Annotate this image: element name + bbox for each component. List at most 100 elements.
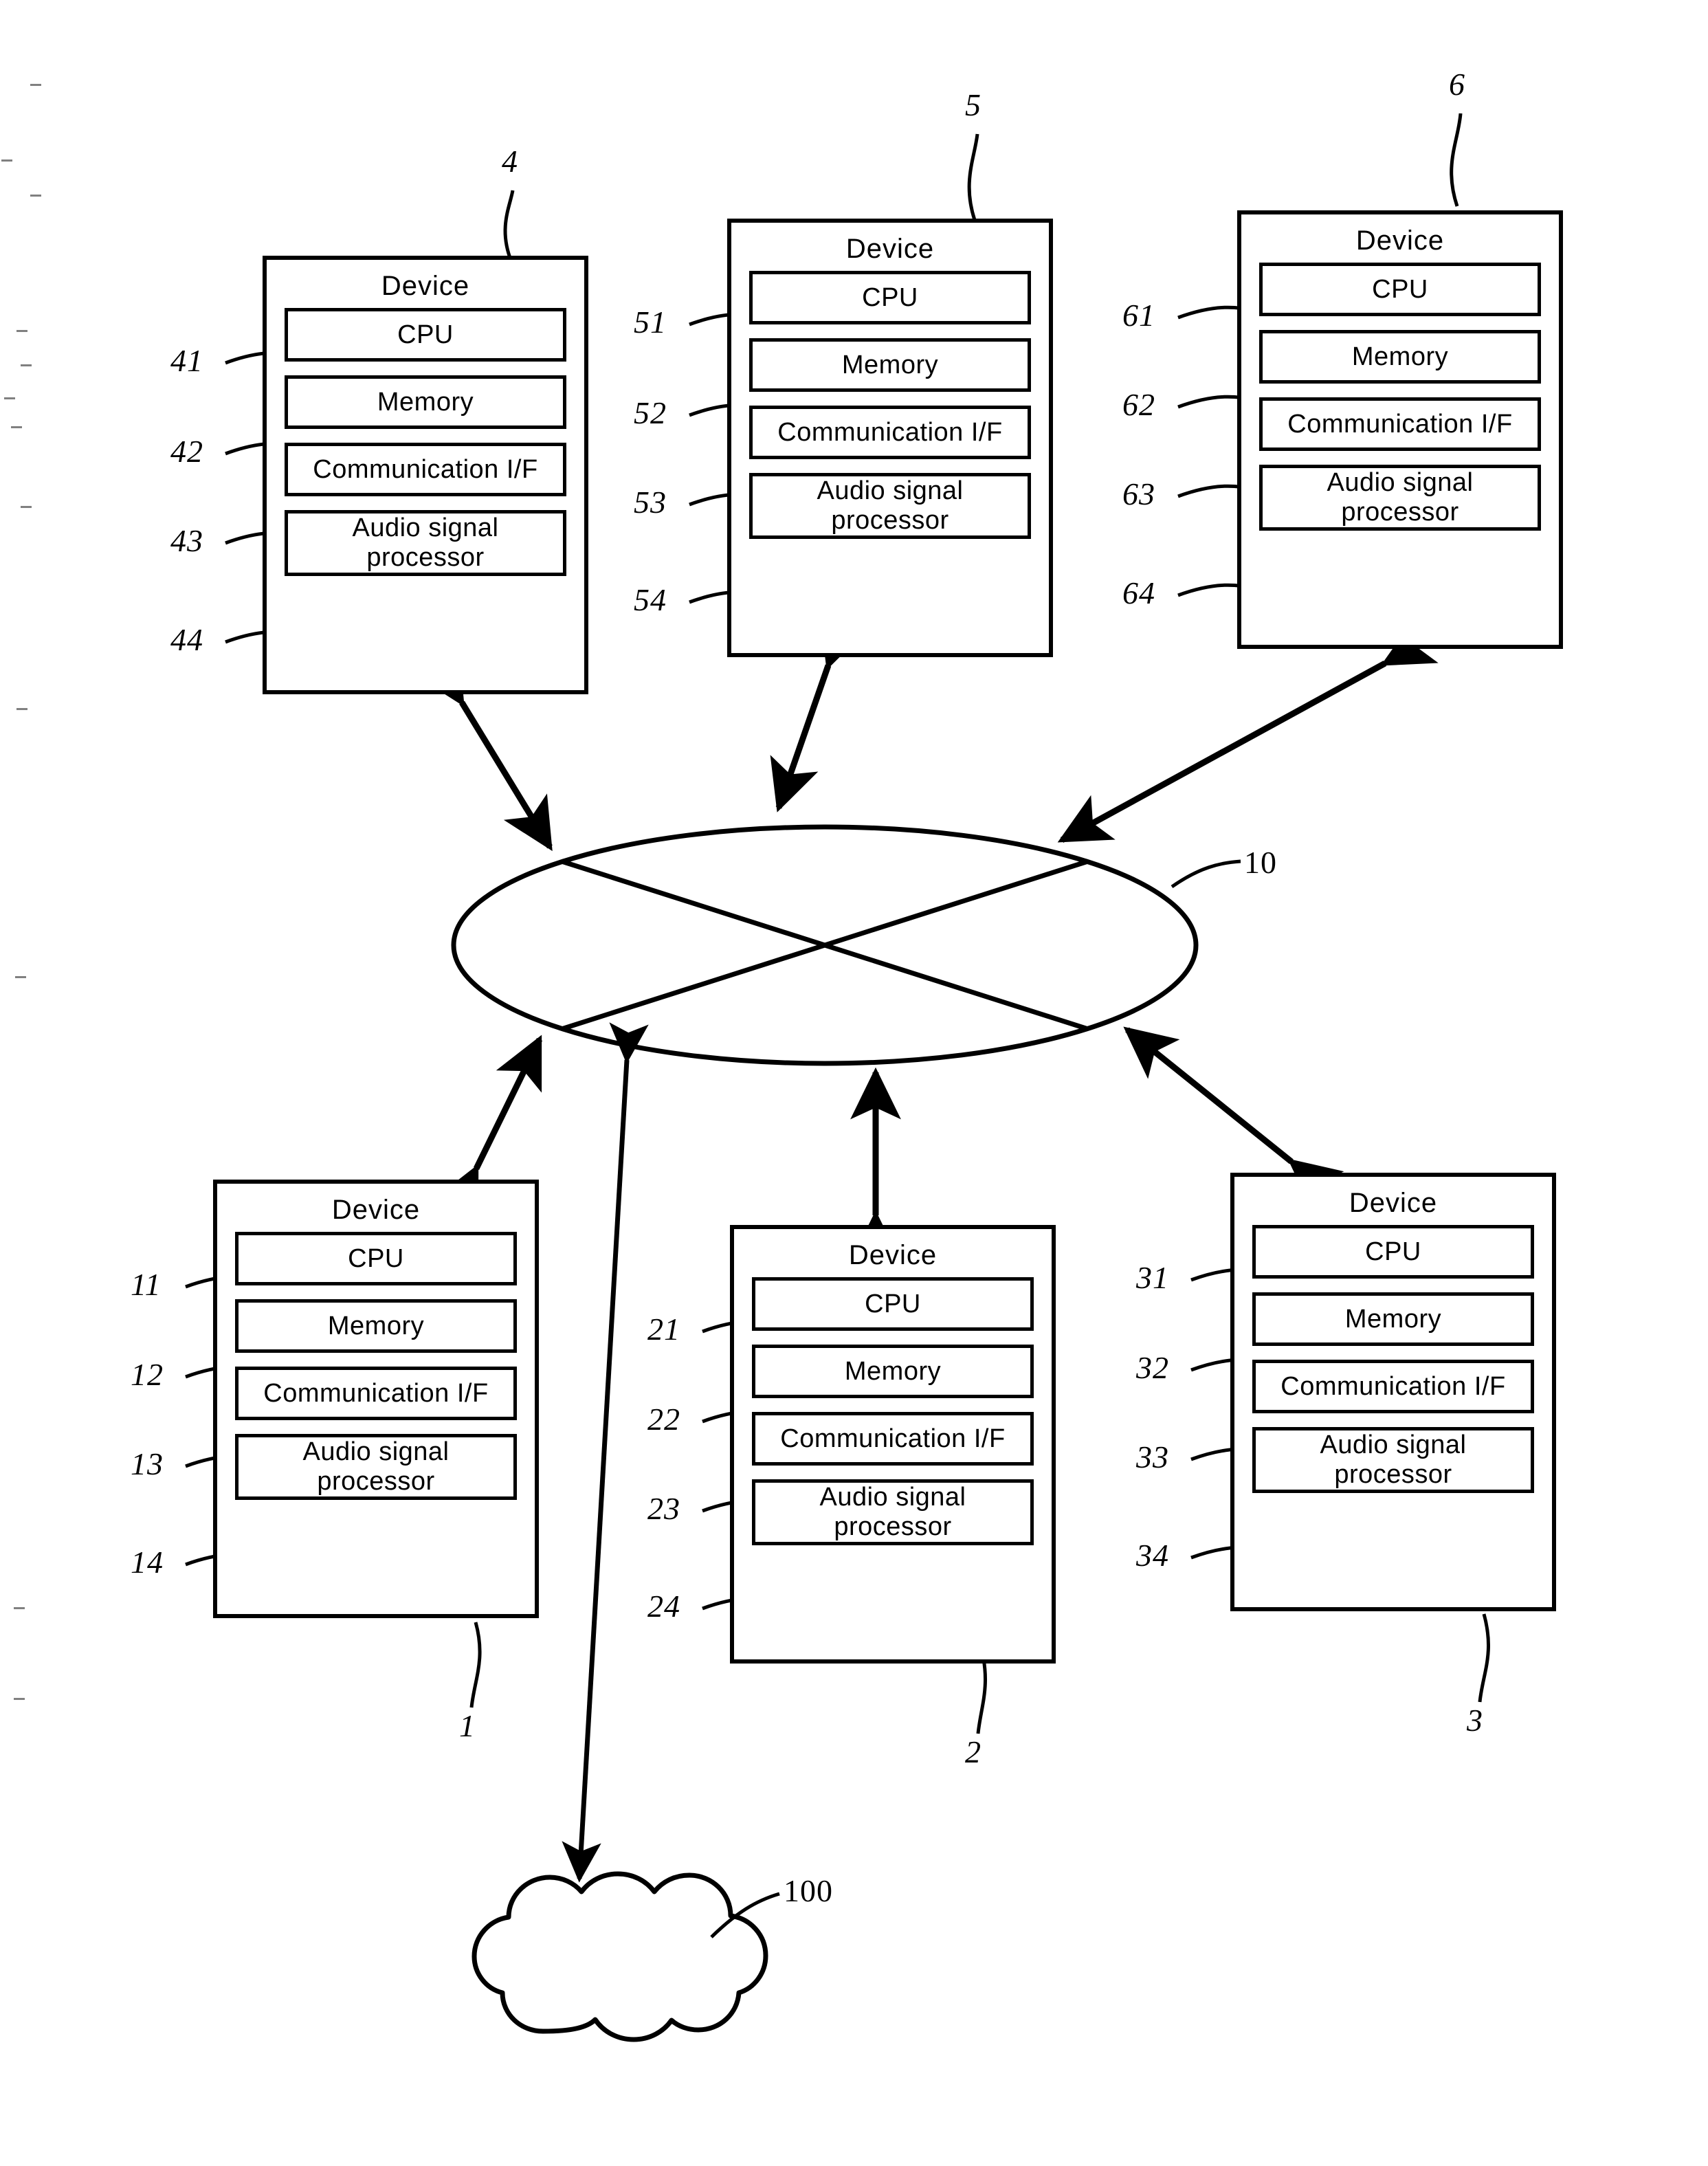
device-4-module-memory[interactable]: Memory: [285, 375, 566, 429]
ref-numeral-device-3: 3: [1467, 1703, 1483, 1738]
device-6-module-cpu[interactable]: CPU: [1259, 263, 1541, 316]
device-1-module-memory-label: Memory: [327, 1311, 425, 1340]
device-6-module-audio-line2: processor: [1341, 498, 1459, 527]
device-3-module-audio-line2: processor: [1334, 1460, 1452, 1489]
device-4-modules: CPU Memory Communication I/F Audio signa…: [267, 308, 584, 591]
device-4-module-audio-line1: Audio signal: [352, 513, 499, 543]
device-1-module-audio-line1: Audio signal: [302, 1437, 450, 1467]
scan-artifact-tick: [21, 364, 32, 366]
device-5-module-audio-signal-processor[interactable]: Audio signal processor: [749, 473, 1031, 539]
device-3-module-cpu[interactable]: CPU: [1252, 1225, 1534, 1279]
ref-numeral-23: 23: [647, 1491, 680, 1526]
device-3-box[interactable]: Device CPU Memory Communication I/F Audi…: [1230, 1173, 1556, 1611]
device-4-module-communication-if-label: Communication I/F: [313, 454, 538, 484]
scan-artifact-tick: [30, 195, 41, 197]
device-6-module-communication-if[interactable]: Communication I/F: [1259, 397, 1541, 451]
scan-artifact-tick: [16, 708, 27, 710]
device-1-box[interactable]: Device CPU Memory Communication I/F Audi…: [213, 1180, 539, 1618]
ref-numeral-32: 32: [1136, 1350, 1169, 1385]
scan-artifact-tick: [16, 330, 27, 332]
ref-numeral-52: 52: [634, 395, 667, 430]
ref-numeral-33: 33: [1136, 1439, 1169, 1474]
device-2-module-memory[interactable]: Memory: [752, 1345, 1034, 1398]
device-2-module-audio-line2: processor: [834, 1512, 952, 1541]
device-6-module-audio-signal-processor[interactable]: Audio signal processor: [1259, 465, 1541, 531]
device-4-module-memory-label: Memory: [377, 387, 474, 417]
device-6-module-audio-wrap: Audio signal processor: [1327, 468, 1473, 527]
leader-line-device-4: [503, 190, 515, 258]
ref-numeral-61: 61: [1122, 298, 1155, 333]
device-5-module-cpu[interactable]: CPU: [749, 271, 1031, 324]
leader-line-device-3: [1478, 1613, 1490, 1703]
device-5-module-communication-if[interactable]: Communication I/F: [749, 406, 1031, 459]
device-3-module-memory[interactable]: Memory: [1252, 1292, 1534, 1346]
leader-line-device-1: [469, 1622, 482, 1708]
device-4-module-cpu[interactable]: CPU: [285, 308, 566, 362]
scan-artifact-tick: [14, 1607, 25, 1609]
device-4-module-audio-line2: processor: [366, 543, 485, 572]
scan-artifact-tick: [11, 426, 22, 428]
device-1-module-communication-if[interactable]: Communication I/F: [235, 1367, 517, 1420]
device-2-module-communication-if-label: Communication I/F: [780, 1424, 1006, 1453]
scan-artifact-tick: [15, 976, 26, 978]
ref-numeral-device-2: 2: [965, 1734, 981, 1769]
ref-numeral-network: 10: [1244, 845, 1277, 880]
cloud-group: [472, 1871, 780, 2042]
ref-numeral-41: 41: [170, 343, 203, 378]
ref-numeral-device-6: 6: [1449, 67, 1465, 102]
scan-artifact-tick: [14, 1698, 25, 1700]
device-1-module-memory[interactable]: Memory: [235, 1299, 517, 1353]
device-2-module-communication-if[interactable]: Communication I/F: [752, 1412, 1034, 1466]
device-1-modules: CPU Memory Communication I/F Audio signa…: [217, 1232, 535, 1515]
ref-numeral-54: 54: [634, 582, 667, 617]
device-3-title: Device: [1349, 1188, 1438, 1218]
ref-numeral-device-1: 1: [459, 1708, 476, 1743]
ref-numeral-12: 12: [131, 1357, 164, 1392]
device-5-box[interactable]: Device CPU Memory Communication I/F Audi…: [727, 219, 1053, 657]
device-1-module-cpu[interactable]: CPU: [235, 1232, 517, 1285]
device-2-module-memory-label: Memory: [844, 1356, 942, 1386]
device-6-box[interactable]: Device CPU Memory Communication I/F Audi…: [1237, 210, 1563, 649]
device-5-module-cpu-label: CPU: [862, 283, 918, 312]
device-3-module-cpu-label: CPU: [1365, 1237, 1421, 1266]
device-6-module-communication-if-label: Communication I/F: [1287, 409, 1513, 439]
ref-numeral-cloud: 100: [784, 1873, 833, 1908]
device-3-module-communication-if-label: Communication I/F: [1280, 1371, 1506, 1401]
device-2-modules: CPU Memory Communication I/F Audio signa…: [734, 1277, 1052, 1560]
connector-device-3: [1123, 1026, 1344, 1211]
connector-network-to-cloud: [562, 1022, 649, 1883]
device-5-module-memory[interactable]: Memory: [749, 338, 1031, 392]
device-5-module-audio-wrap: Audio signal processor: [817, 476, 963, 535]
ref-numeral-64: 64: [1122, 575, 1155, 610]
scan-artifact-tick: [4, 397, 15, 399]
device-6-module-memory[interactable]: Memory: [1259, 330, 1541, 384]
device-6-modules: CPU Memory Communication I/F Audio signa…: [1241, 263, 1559, 546]
ref-numeral-34: 34: [1136, 1538, 1169, 1573]
ref-numeral-62: 62: [1122, 387, 1155, 422]
device-6-module-memory-label: Memory: [1351, 342, 1449, 371]
ref-numeral-device-5: 5: [965, 87, 981, 122]
device-4-module-audio-signal-processor[interactable]: Audio signal processor: [285, 510, 566, 576]
device-2-module-audio-signal-processor[interactable]: Audio signal processor: [752, 1479, 1034, 1545]
device-6-title: Device: [1355, 225, 1445, 256]
device-3-module-audio-line1: Audio signal: [1320, 1430, 1467, 1460]
connector-device-1: [432, 1035, 543, 1222]
ref-numeral-42: 42: [170, 434, 203, 469]
ref-numeral-device-4: 4: [502, 144, 518, 179]
device-3-module-communication-if[interactable]: Communication I/F: [1252, 1360, 1534, 1413]
ref-numeral-21: 21: [647, 1312, 680, 1347]
device-1-module-audio-signal-processor[interactable]: Audio signal processor: [235, 1434, 517, 1500]
device-6-module-cpu-label: CPU: [1372, 274, 1428, 304]
network-ellipse-group: [451, 824, 1241, 1066]
leader-line-device-5: [967, 133, 979, 221]
scan-artifact-tick: [1, 159, 12, 162]
device-2-box[interactable]: Device CPU Memory Communication I/F Audi…: [730, 1225, 1056, 1664]
device-2-module-cpu[interactable]: CPU: [752, 1277, 1034, 1331]
ref-numeral-11: 11: [131, 1267, 162, 1302]
device-4-module-communication-if[interactable]: Communication I/F: [285, 443, 566, 496]
device-4-box[interactable]: Device CPU Memory Communication I/F Audi…: [263, 256, 588, 694]
scan-artifact-tick: [30, 84, 41, 86]
device-3-module-audio-signal-processor[interactable]: Audio signal processor: [1252, 1427, 1534, 1493]
ref-numeral-44: 44: [170, 622, 203, 657]
ref-numeral-53: 53: [634, 485, 667, 520]
